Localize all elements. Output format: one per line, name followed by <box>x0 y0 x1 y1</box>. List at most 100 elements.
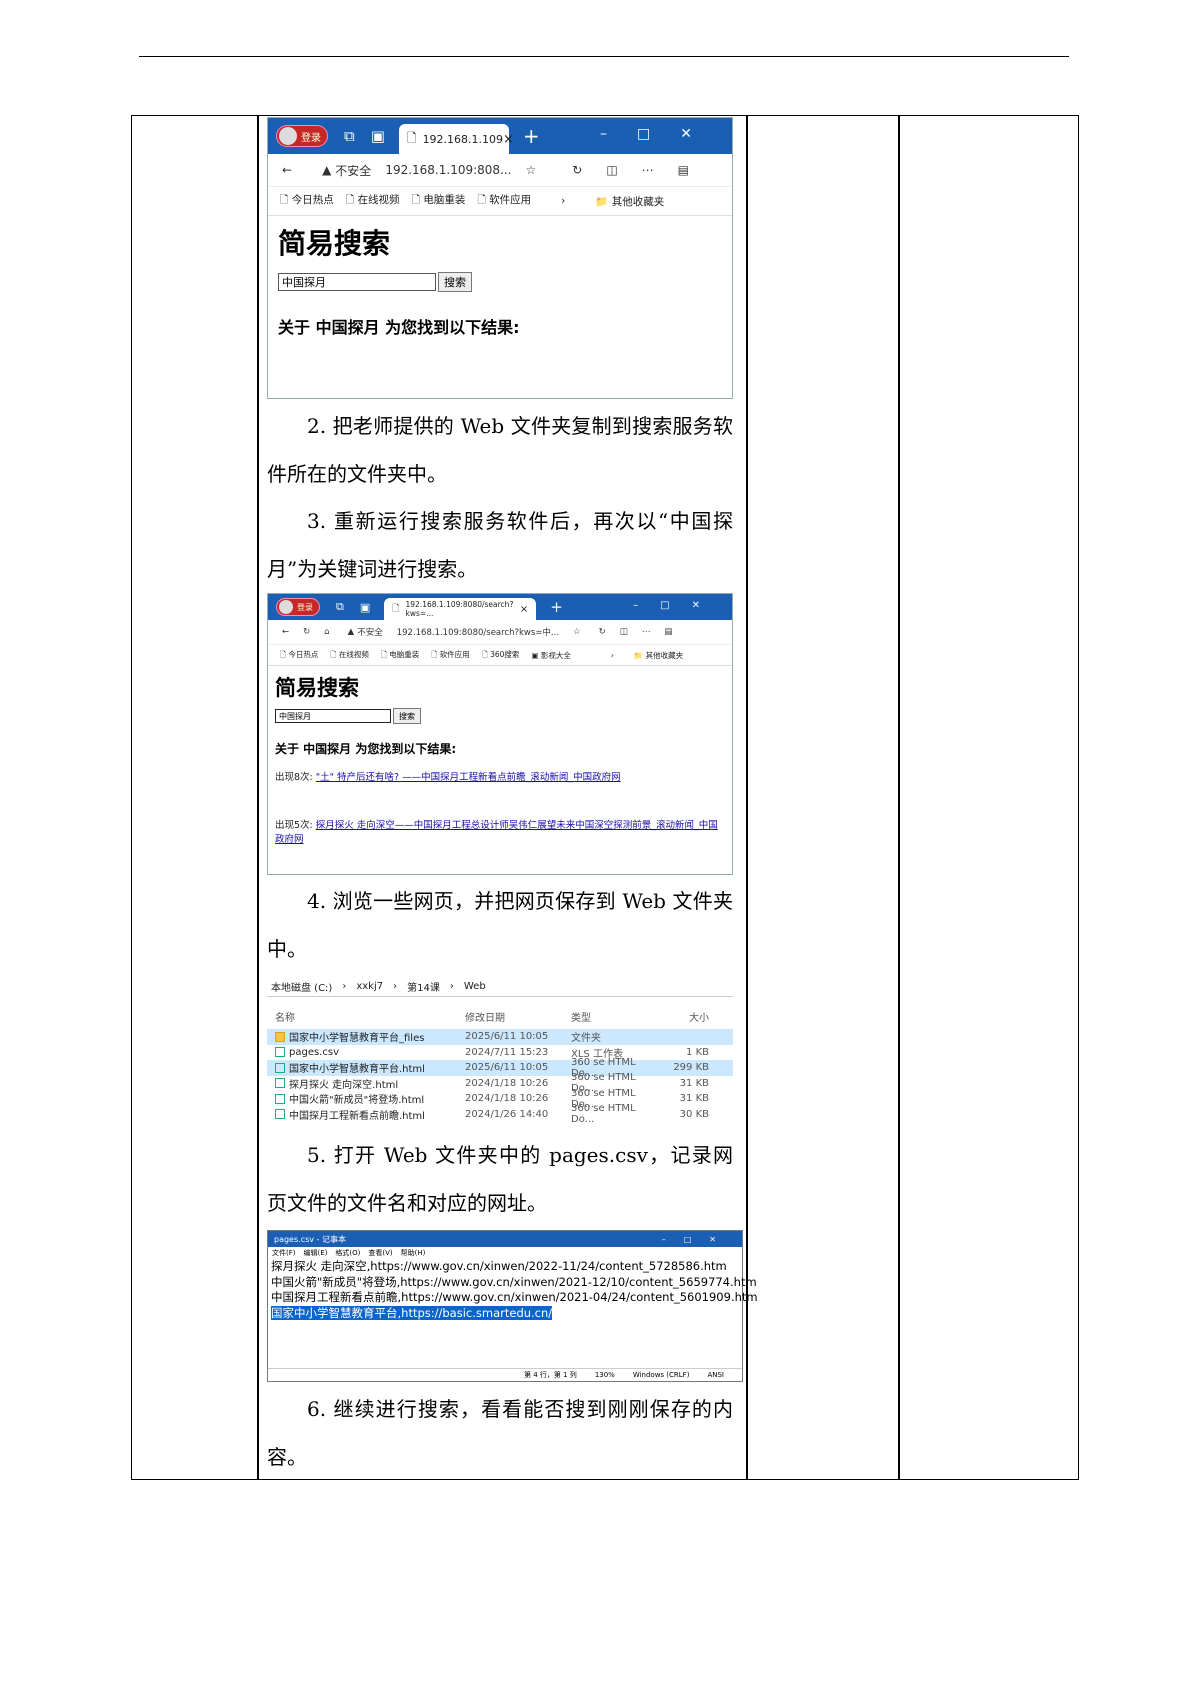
notepad-title: pages.csv - 记事本 <box>274 1234 346 1244</box>
menu-edit[interactable]: 编辑(E) <box>304 1248 328 1258</box>
more-icon[interactable]: ⋯ <box>642 627 651 637</box>
file-row[interactable]: 中国火箭"新成员"将登场.html 2024/1/18 10:26 360 se … <box>267 1088 733 1110</box>
other-favorites[interactable]: 📁 其他收藏夹 <box>595 194 664 209</box>
fav-item[interactable]: 🗋 在线视频 <box>330 649 368 662</box>
window-controls[interactable]: –□✕ <box>633 600 722 611</box>
step-6: 6. 继续进行搜索，看看能否搜到刚刚保存的内容。 <box>267 1397 733 1469</box>
search-button[interactable]: 搜索 <box>393 708 421 724</box>
url-text[interactable]: 192.168.1.109:808... <box>385 163 511 177</box>
browser-tab[interactable]: 🗋 192.168.1.109 × <box>398 124 514 154</box>
close-tab-icon[interactable]: × <box>520 604 528 615</box>
menu-view[interactable]: 查看(V) <box>368 1248 392 1258</box>
notepad-titlebar: pages.csv - 记事本 –□✕ <box>268 1231 742 1247</box>
star-icon[interactable]: ☆ <box>526 163 537 177</box>
file-row[interactable]: 中国探月工程新看点前瞻.html 2024/1/26 14:40 360 se H… <box>267 1103 733 1125</box>
new-tab-icon[interactable]: + <box>523 124 540 148</box>
fav-item[interactable]: 🗋 在线视频 <box>346 192 400 210</box>
fav-item[interactable]: 🗋 今日热点 <box>280 649 318 662</box>
header-size[interactable]: 大小 <box>659 1009 709 1024</box>
window-controls[interactable]: –□✕ <box>662 1235 734 1244</box>
text-line[interactable]: 探月探火 走向深空,https://www.gov.cn/xinwen/2022… <box>268 1259 742 1275</box>
profile-label: 登录 <box>301 132 321 144</box>
file-explorer-screenshot: 本地磁盘 (C:) › xxkj7 › 第14课 › Web 名称 修改日期 类… <box>267 976 733 1125</box>
column-headers: 名称 修改日期 类型 大小 <box>267 1003 733 1029</box>
cursor-position: 第 4 行，第 1 列 <box>524 1371 577 1379</box>
refresh-icon[interactable]: ↻ <box>303 627 310 637</box>
star-icon[interactable]: ☆ <box>573 627 581 637</box>
workspaces-icon[interactable]: ⧉ <box>336 600 344 614</box>
file-row[interactable]: 国家中小学智慧教育平台.html 2025/6/11 10:05 360 se H… <box>267 1057 733 1079</box>
fav-item[interactable]: 🗋 电脑重装 <box>412 192 466 210</box>
crumb-separator: › <box>342 980 347 992</box>
result-link[interactable]: "土" 特产后还有啥? ——中国探月工程新看点前瞻_滚动新闻_中国政府网 <box>316 772 621 783</box>
refresh-icon[interactable]: ↻ <box>572 163 582 177</box>
header-name[interactable]: 名称 <box>267 1009 465 1024</box>
page-content: 简易搜索 中国探月 搜索 关于 中国探月 为您找到以下结果: 出现8次: "土"… <box>268 666 732 853</box>
back-icon[interactable]: ← <box>282 627 289 637</box>
favorites-bar: 🗋 今日热点 🗋 在线视频 🗋 电脑重装 🗋 软件应用 🗋 360搜索 ▣ 影视… <box>268 645 732 666</box>
fav-item[interactable]: 🗋 今日热点 <box>280 192 334 210</box>
url-text[interactable]: 192.168.1.109:8080/search?kws=中... <box>397 626 559 638</box>
search-input[interactable]: 中国探月 <box>275 709 391 723</box>
browser-tab[interactable]: 🗋 192.168.1.109:8080/search?kws=... × <box>384 598 537 620</box>
spreadsheet-file-icon <box>275 1047 285 1058</box>
fav-item[interactable]: 🗋 软件应用 <box>431 649 469 662</box>
menu-help[interactable]: 帮助(H) <box>401 1248 426 1258</box>
sidebar-icon[interactable]: ▤ <box>664 627 672 637</box>
tab-title: 192.168.1.109:8080/search?kws=... <box>405 600 514 618</box>
security-label: 不安全 <box>357 628 383 638</box>
profile-label: 登录 <box>297 602 313 612</box>
home-icon[interactable]: ⌂ <box>324 627 329 637</box>
chevron-right-icon[interactable]: › <box>611 651 614 660</box>
result-link[interactable]: 探月探火 走向深空——中国探月工程总设计师吴伟仁展望未来中国深空探测前景_滚动新… <box>275 820 718 845</box>
header-date[interactable]: 修改日期 <box>465 1009 571 1024</box>
crumb-item[interactable]: xxkj7 <box>356 981 383 992</box>
chevron-right-icon[interactable]: › <box>561 195 565 207</box>
crumb-item[interactable]: 第14课 <box>407 979 440 994</box>
workspaces-icon[interactable]: ⧉ <box>344 127 355 145</box>
more-icon[interactable]: ⋯ <box>642 163 654 177</box>
sidebar-icon[interactable]: ▤ <box>678 163 689 177</box>
avatar-icon <box>279 127 297 145</box>
tab-actions-icon[interactable]: ▣ <box>371 127 385 145</box>
step-2: 2. 把老师提供的 Web 文件夹复制到搜索服务软件所在的文件夹中。 <box>267 414 733 486</box>
file-row[interactable]: pages.csv 2024/7/11 15:23 XLS 工作表 1 KB <box>267 1045 733 1061</box>
search-button[interactable]: 搜索 <box>438 272 472 292</box>
notepad-screenshot: pages.csv - 记事本 –□✕ 文件(F) 编辑(E) 格式(O) 查看… <box>267 1230 758 1382</box>
text-line[interactable]: 中国探月工程新看点前瞻,https://www.gov.cn/xinwen/20… <box>268 1290 758 1306</box>
page-title: 简易搜索 <box>278 227 391 260</box>
text-line[interactable]: 中国火箭"新成员"将登场,https://www.gov.cn/xinwen/2… <box>268 1275 757 1291</box>
window-controls[interactable]: –□✕ <box>600 126 722 142</box>
crumb-item[interactable]: Web <box>464 981 486 992</box>
profile-button[interactable]: 登录 <box>276 125 328 147</box>
split-icon[interactable]: ◫ <box>620 627 628 637</box>
crumb-item[interactable]: 本地磁盘 (C:) <box>271 979 332 994</box>
column-divider <box>257 116 259 1479</box>
selected-text-line[interactable]: 国家中小学智慧教育平台,https://basic.smartedu.cn/ <box>271 1305 553 1320</box>
file-row[interactable]: 探月探火 走向深空.html 2024/1/18 10:26 360 se HTM… <box>267 1072 733 1094</box>
fav-item[interactable]: 🗋 软件应用 <box>477 192 531 210</box>
header-type[interactable]: 类型 <box>571 1009 659 1024</box>
profile-button[interactable]: 登录 <box>276 598 320 616</box>
menu-format[interactable]: 格式(O) <box>335 1248 360 1258</box>
close-tab-icon[interactable]: × <box>503 132 514 147</box>
result-count: 出现8次: <box>275 772 313 783</box>
other-favorites[interactable]: 📁 其他收藏夹 <box>634 650 683 661</box>
split-icon[interactable]: ◫ <box>606 163 617 177</box>
address-bar[interactable]: ← ▲ 不安全 192.168.1.109:808... ☆ ↻ ◫ ⋯ ▤ <box>268 154 732 187</box>
file-row[interactable]: 国家中小学智慧教育平台_files 2025/6/11 10:05 文件夹 <box>267 1029 733 1045</box>
fav-item[interactable]: 🗋 360搜索 <box>482 649 520 662</box>
tab-actions-icon[interactable]: ▣ <box>360 601 370 614</box>
result-count: 出现5次: <box>275 820 313 831</box>
fav-item[interactable]: 🗋 电脑重装 <box>381 649 419 662</box>
page-icon: 🗋 <box>392 604 400 614</box>
address-bar[interactable]: ← ↻ ⌂ ▲ 不安全 192.168.1.109:8080/search?kw… <box>268 620 732 645</box>
html-file-icon <box>275 1109 285 1120</box>
fav-item[interactable]: ▣ 影视大全 <box>531 650 570 661</box>
refresh-icon[interactable]: ↻ <box>599 627 606 637</box>
html-file-icon <box>275 1062 285 1073</box>
back-icon[interactable]: ← <box>282 163 292 177</box>
search-input[interactable]: 中国探月 <box>278 273 436 291</box>
menu-file[interactable]: 文件(F) <box>272 1248 296 1258</box>
new-tab-icon[interactable]: + <box>550 598 563 616</box>
